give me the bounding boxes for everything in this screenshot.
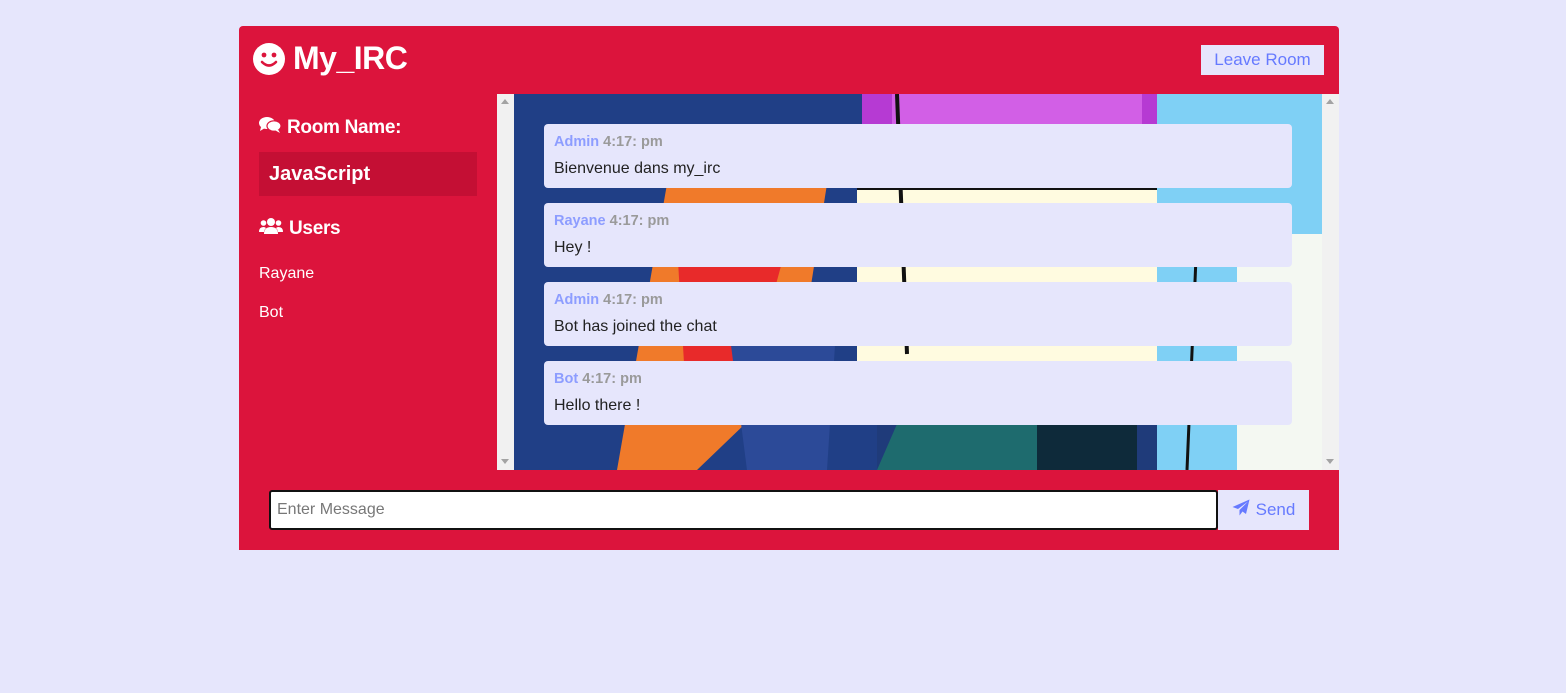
message-meta: Rayane 4:17: pm: [554, 213, 1282, 233]
send-button[interactable]: Send: [1218, 490, 1309, 530]
message-text: Hello there !: [554, 397, 641, 414]
smiley-face-icon: [253, 42, 285, 75]
users-icon: [259, 217, 283, 240]
message-time: 4:17: pm: [582, 371, 642, 387]
leave-room-button[interactable]: Leave Room: [1201, 45, 1324, 75]
app-header: My_IRC Leave Room: [239, 26, 1339, 94]
chat-app-window: My_IRC Leave Room Room Name: JavaScript: [239, 26, 1339, 550]
paper-plane-icon: [1232, 499, 1250, 521]
scroll-up-arrow-icon[interactable]: [1326, 99, 1334, 104]
chat-messages-panel[interactable]: Admin 4:17: pm Bienvenue dans my_irc Ray…: [497, 94, 1339, 470]
message-text: Hey !: [554, 239, 592, 256]
message-composer: Send: [239, 470, 1339, 550]
message-meta: Admin 4:17: pm: [554, 292, 1282, 312]
user-list: Rayane Bot: [259, 264, 314, 342]
chat-message: Bot 4:17: pm Hello there !: [544, 361, 1292, 425]
scroll-down-arrow-icon: [501, 459, 509, 464]
message-author: Bot: [554, 371, 579, 387]
message-meta: Admin 4:17: pm: [554, 134, 1282, 154]
scroll-down-arrow-icon[interactable]: [1326, 459, 1334, 464]
user-list-item: Rayane: [259, 265, 315, 282]
scroll-up-arrow-icon: [501, 99, 509, 104]
app-title: My_IRC: [293, 40, 408, 76]
chat-scrollbar[interactable]: [1322, 94, 1339, 470]
message-time: 4:17: pm: [603, 292, 663, 308]
users-heading: Users: [259, 217, 341, 240]
sidebar: Room Name: JavaScript Users Rayane Bot: [239, 94, 497, 470]
users-label: Users: [289, 217, 341, 239]
user-list-item: Bot: [259, 304, 284, 321]
chat-message: Admin 4:17: pm Bot has joined the chat: [544, 282, 1292, 346]
message-time: 4:17: pm: [609, 213, 670, 229]
room-name-heading: Room Name:: [259, 116, 401, 140]
chat-message: Rayane 4:17: pm Hey !: [544, 203, 1292, 267]
room-name-value: JavaScript: [259, 152, 477, 196]
app-logo: My_IRC: [253, 40, 408, 77]
send-label: Send: [1255, 500, 1296, 519]
message-author: Rayane: [554, 213, 606, 229]
message-text: Bot has joined the chat: [554, 318, 717, 335]
left-scroll-strip: [497, 94, 514, 470]
message-author: Admin: [554, 134, 600, 150]
message-author: Admin: [554, 292, 600, 308]
message-text: Bienvenue dans my_irc: [554, 160, 721, 177]
room-name-label: Room Name:: [287, 117, 402, 138]
message-input[interactable]: [269, 490, 1218, 530]
comments-icon: [259, 116, 282, 140]
message-time: 4:17: pm: [603, 134, 663, 150]
chat-message: Admin 4:17: pm Bienvenue dans my_irc: [544, 124, 1292, 188]
message-meta: Bot 4:17: pm: [554, 371, 1282, 391]
